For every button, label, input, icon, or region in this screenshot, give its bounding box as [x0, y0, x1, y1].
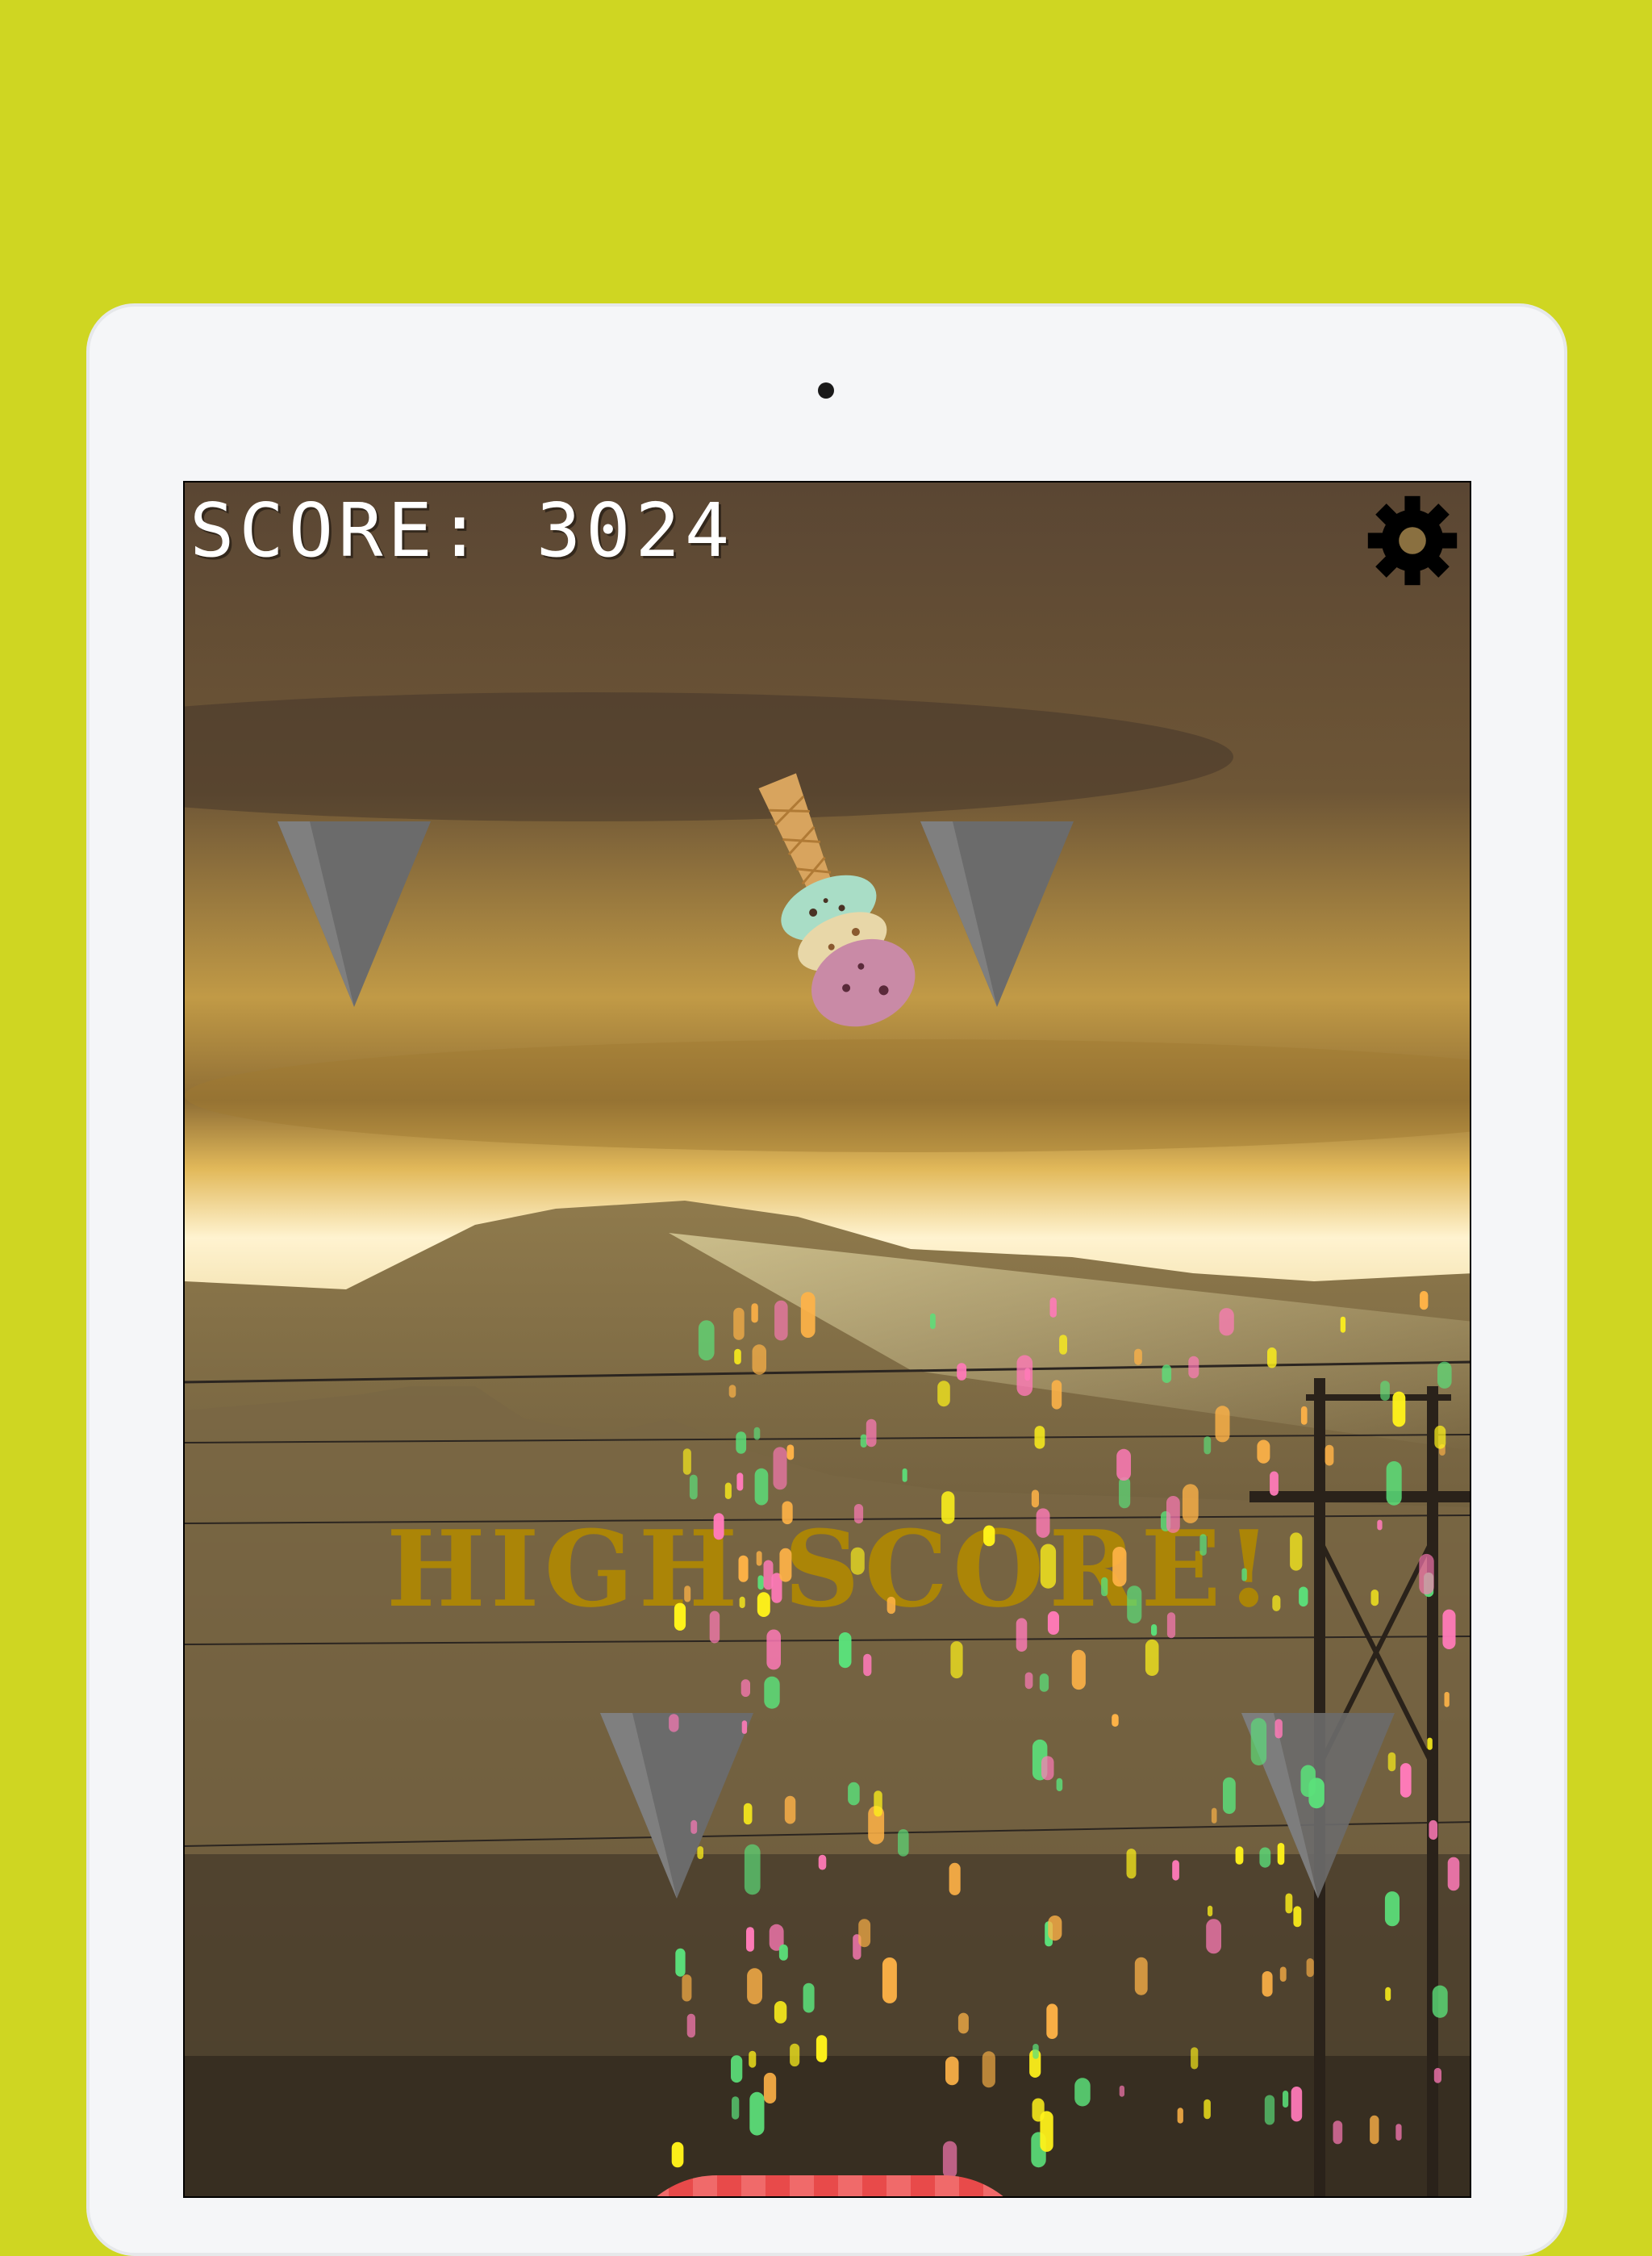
- gear-icon[interactable]: [1364, 492, 1461, 589]
- spike-obstacle: [1241, 1713, 1395, 1899]
- camera-dot: [818, 382, 834, 399]
- high-score-banner: HIGH SCORE!: [386, 1507, 1277, 1631]
- game-screen[interactable]: SCORE: 3024 HIGH SCORE!: [183, 481, 1471, 2198]
- spike-obstacle: [600, 1713, 753, 1899]
- ice-cream-cone-player[interactable]: [717, 765, 927, 1039]
- desert-background: [185, 483, 1470, 2196]
- spike-obstacle: [920, 821, 1074, 1007]
- spike-obstacle: [277, 821, 431, 1007]
- score-label: SCORE: 3024: [190, 487, 735, 574]
